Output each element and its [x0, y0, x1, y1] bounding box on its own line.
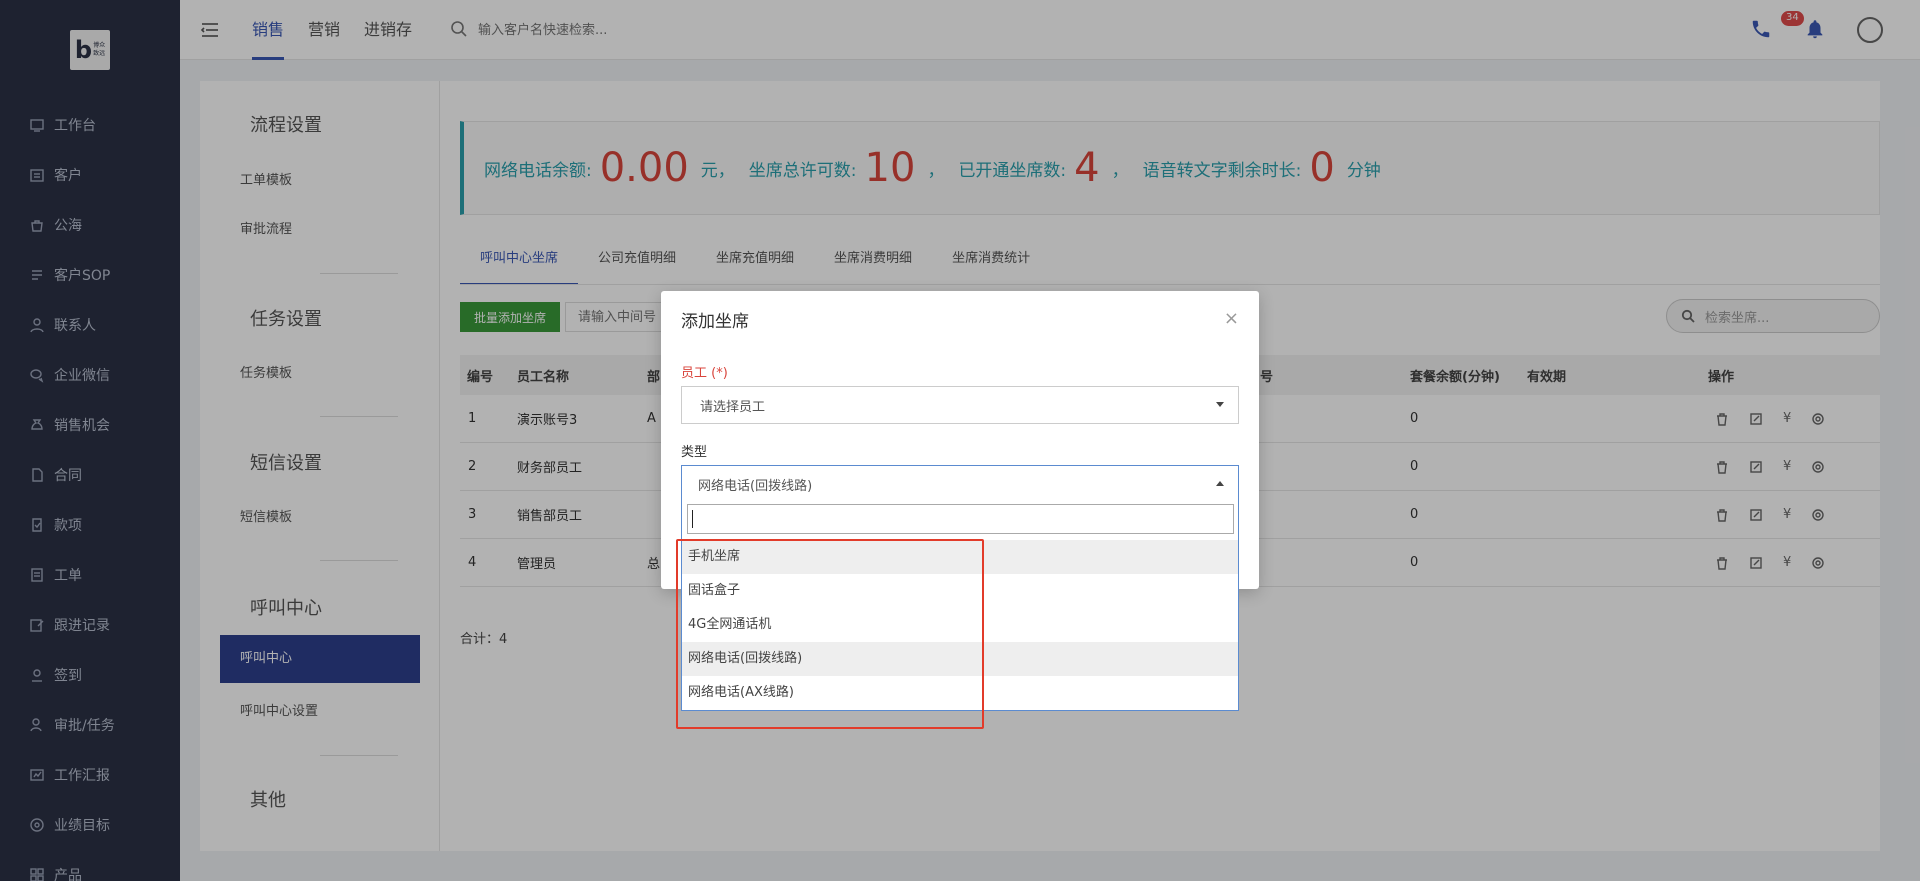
chevron-up-icon: [1216, 481, 1224, 486]
modal-title: 添加坐席: [681, 312, 749, 332]
annotation-highlight-box: [676, 539, 984, 729]
text-cursor: [692, 510, 693, 528]
employee-select[interactable]: 请选择员工: [681, 386, 1239, 424]
dropdown-search-input[interactable]: [687, 504, 1234, 534]
type-label: 类型: [681, 445, 708, 460]
type-select-value: 网络电话(回拨线路): [698, 478, 813, 494]
employee-select-value: 请选择员工: [700, 399, 766, 415]
chevron-down-icon: [1216, 402, 1224, 407]
close-icon[interactable]: ×: [1224, 308, 1239, 329]
employee-label: 员工 (*): [681, 366, 728, 381]
